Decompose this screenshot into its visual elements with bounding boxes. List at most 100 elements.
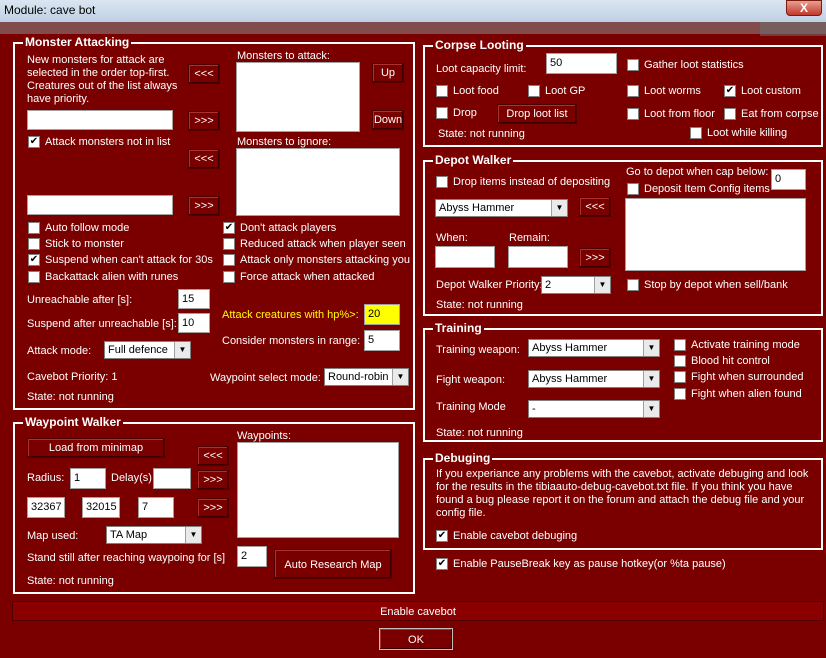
training-weapon-select[interactable]: Abyss Hammer ▼	[528, 339, 660, 357]
corpse-state: State: not running	[438, 128, 525, 140]
auto-research-map-button[interactable]: Auto Research Map	[274, 549, 392, 579]
enable-cavebot-button[interactable]: Enable cavebot	[12, 601, 824, 621]
attack-not-in-list-checkbox[interactable]: ✔	[28, 136, 40, 148]
stick-checkbox[interactable]	[28, 238, 40, 250]
depot-priority-select[interactable]: 2 ▼	[541, 276, 611, 294]
waypoint-mode-select[interactable]: Round-robin ▼	[324, 368, 409, 386]
monsters-to-ignore-list[interactable]	[236, 148, 400, 216]
standstill-input[interactable]: 2	[237, 546, 267, 567]
range-input[interactable]: 5	[364, 330, 400, 351]
backattack-checkbox[interactable]	[28, 271, 40, 283]
loot-custom-checkbox[interactable]: ✔	[724, 85, 736, 97]
auto-follow-checkbox[interactable]	[28, 222, 40, 234]
hp-threshold-label: Attack creatures with hp%>:	[222, 309, 359, 321]
attack-mode-value: Full defence	[108, 344, 168, 356]
remain-input[interactable]	[508, 246, 568, 268]
attack-monster-input[interactable]	[27, 110, 173, 130]
depot-items-list[interactable]	[625, 198, 806, 271]
enable-debug-checkbox[interactable]: ✔	[436, 530, 448, 542]
remove-from-list-button[interactable]: >>>	[188, 111, 220, 131]
dont-attack-players-checkbox[interactable]: ✔	[223, 222, 235, 234]
loot-custom-label: Loot custom	[741, 85, 801, 97]
chevron-down-icon: ▼	[643, 371, 659, 387]
fight-weapon-label: Fight weapon:	[436, 374, 506, 386]
x-coord-input[interactable]: 32367	[27, 497, 65, 518]
waypoint-add-coords-button[interactable]: >>>	[197, 498, 229, 518]
fight-alien-checkbox[interactable]	[674, 388, 686, 400]
fight-surrounded-checkbox[interactable]	[674, 371, 686, 383]
depot-add-button[interactable]: <<<	[579, 197, 611, 217]
waypoint-add-button[interactable]: >>>	[197, 470, 229, 490]
drop-checkbox[interactable]	[436, 107, 448, 119]
training-mode-value: -	[532, 403, 536, 415]
group-title: Depot Walker	[433, 153, 514, 167]
close-button[interactable]: X	[786, 0, 822, 16]
ignore-monster-input[interactable]	[27, 195, 173, 215]
unreachable-input[interactable]: 15	[178, 289, 210, 309]
suspend-cant-attack-checkbox[interactable]: ✔	[28, 254, 40, 266]
attack-only-attacking-checkbox[interactable]	[223, 254, 235, 266]
waypoints-list[interactable]	[237, 442, 399, 538]
loot-capacity-input[interactable]: 50	[546, 53, 617, 74]
ok-button[interactable]: OK	[379, 628, 453, 650]
waypoint-move-left-button[interactable]: <<<	[197, 446, 229, 466]
loot-floor-label: Loot from floor	[644, 108, 715, 120]
chevron-down-icon: ▼	[594, 277, 610, 293]
remove-from-ignore-button[interactable]: >>>	[188, 196, 220, 216]
dont-attack-players-label: Don't attack players	[240, 222, 337, 234]
goto-depot-label: Go to depot when cap below:	[626, 166, 769, 178]
move-to-list-button[interactable]: <<<	[188, 64, 220, 84]
loot-food-checkbox[interactable]	[436, 85, 448, 97]
chevron-down-icon: ▼	[643, 401, 659, 417]
depot-move-button[interactable]: >>>	[579, 248, 611, 268]
activate-training-checkbox[interactable]	[674, 339, 686, 351]
backattack-label: Backattack alien with runes	[45, 271, 179, 283]
suspend-unreachable-label: Suspend after unreachable [s]:	[27, 318, 177, 330]
stop-depot-checkbox[interactable]	[627, 279, 639, 291]
debug-text-line: config file.	[436, 507, 486, 519]
down-button[interactable]: Down	[372, 110, 404, 130]
deposit-config-checkbox[interactable]	[627, 183, 639, 195]
auto-follow-label: Auto follow mode	[45, 222, 130, 234]
monsters-to-attack-list[interactable]	[236, 62, 360, 132]
loot-killing-checkbox[interactable]	[690, 127, 702, 139]
loot-worms-checkbox[interactable]	[627, 85, 639, 97]
gather-stats-checkbox[interactable]	[627, 59, 639, 71]
remain-label: Remain:	[509, 232, 550, 244]
reduced-attack-checkbox[interactable]	[223, 238, 235, 250]
attack-mode-select[interactable]: Full defence ▼	[104, 341, 191, 359]
chevron-down-icon: ▼	[185, 527, 201, 543]
y-coord-input[interactable]: 32015	[82, 497, 120, 518]
loot-gp-checkbox[interactable]	[528, 85, 540, 97]
force-attack-checkbox[interactable]	[223, 271, 235, 283]
hp-threshold-input[interactable]: 20	[364, 304, 400, 325]
group-title: Training	[433, 321, 484, 335]
z-coord-input[interactable]: 7	[138, 497, 174, 518]
blood-hit-checkbox[interactable]	[674, 355, 686, 367]
desc-line: selected in the order top-first.	[27, 67, 170, 79]
map-used-value: TA Map	[110, 529, 148, 541]
loot-floor-checkbox[interactable]	[627, 108, 639, 120]
unreachable-label: Unreachable after [s]:	[27, 294, 133, 306]
depot-item-select[interactable]: Abyss Hammer ▼	[435, 199, 568, 217]
loot-food-label: Loot food	[453, 85, 499, 97]
background-strip	[0, 22, 826, 34]
fight-weapon-select[interactable]: Abyss Hammer ▼	[528, 370, 660, 388]
radius-input[interactable]: 1	[70, 468, 106, 489]
delay-input[interactable]	[153, 468, 191, 489]
drop-items-checkbox[interactable]	[436, 176, 448, 188]
suspend-unreachable-input[interactable]: 10	[178, 313, 210, 333]
delay-label: Delay(s)	[111, 472, 152, 484]
training-mode-select[interactable]: - ▼	[528, 400, 660, 418]
eat-corpse-checkbox[interactable]	[724, 108, 736, 120]
move-to-ignore-button[interactable]: <<<	[188, 149, 220, 169]
when-input[interactable]	[435, 246, 495, 268]
up-button[interactable]: Up	[372, 63, 404, 83]
load-minimap-button[interactable]: Load from minimap	[27, 438, 165, 458]
waypoint-state: State: not running	[27, 575, 114, 587]
pausebreak-checkbox[interactable]: ✔	[436, 558, 448, 570]
drop-loot-list-button[interactable]: Drop loot list	[497, 104, 577, 124]
goto-depot-input[interactable]: 0	[771, 169, 806, 190]
map-used-select[interactable]: TA Map ▼	[106, 526, 202, 544]
fight-weapon-value: Abyss Hammer	[532, 373, 608, 385]
